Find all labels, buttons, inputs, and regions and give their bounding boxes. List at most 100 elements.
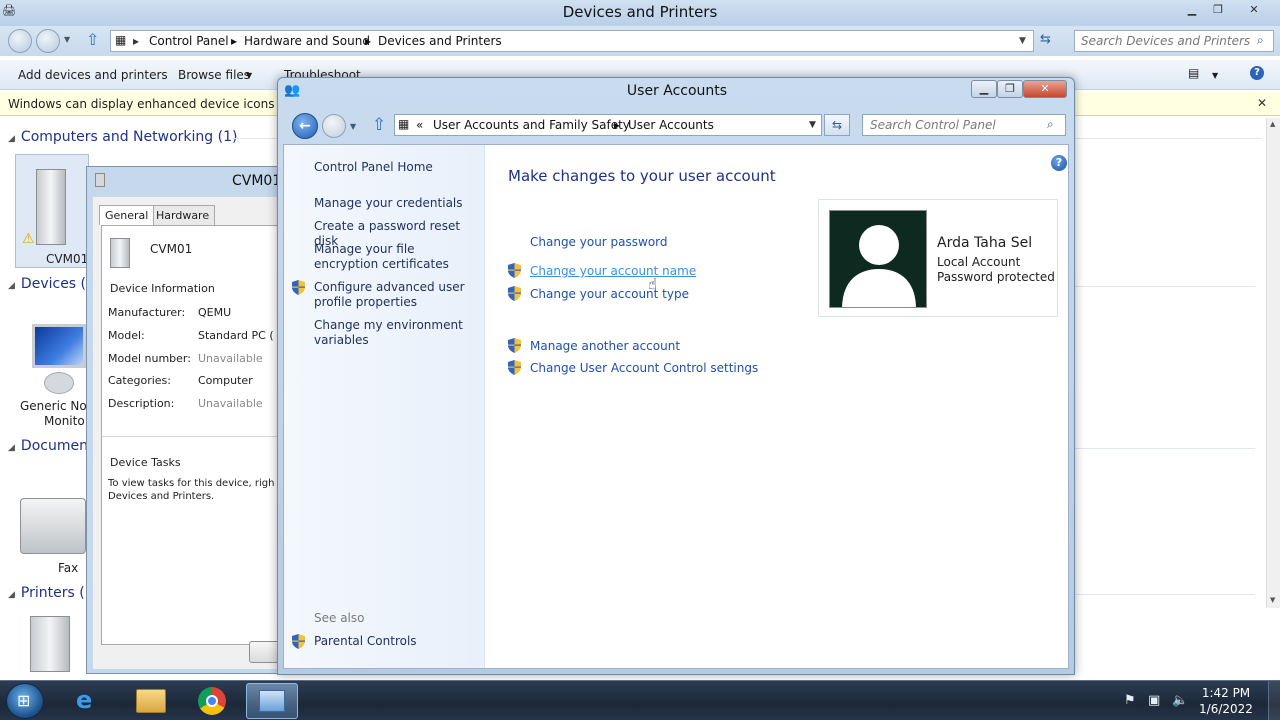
group-devices[interactable]: ◢ Devices (2 — [8, 276, 95, 292]
start-button[interactable]: ⊞ — [6, 683, 44, 719]
chevron-down-icon[interactable]: ▼ — [246, 71, 252, 80]
bg-close-button[interactable]: ✕ — [1242, 2, 1266, 18]
bg-refresh-icon[interactable]: ⇆ — [1040, 32, 1060, 52]
taskbar-file-explorer[interactable] — [124, 683, 176, 719]
bg-back-button[interactable] — [8, 29, 32, 53]
bg-titlebar: 🖨 Devices and Printers ▁ ❐ ✕ — [0, 0, 1280, 26]
tab-hardware[interactable]: Hardware — [150, 205, 216, 225]
monitor-icon[interactable] — [32, 324, 86, 368]
user-silhouette-icon — [842, 225, 916, 307]
system-clock[interactable]: 1:42 PM 1/6/2022 — [1196, 685, 1256, 717]
advanced-profile-link[interactable]: Configure advanced user profile properti… — [314, 280, 479, 310]
computer-tower-icon — [110, 238, 130, 268]
hand-cursor-icon: ☝ — [648, 275, 658, 293]
breadcrumb-user-accounts[interactable]: User Accounts — [628, 118, 714, 132]
file-encryption-link[interactable]: Manage your file encryption certificates — [314, 242, 479, 272]
breadcrumb-separator: ▸ — [133, 34, 140, 48]
control-panel-icon: ▦ — [398, 117, 410, 131]
bg-up-arrow-icon[interactable]: ⇧ — [86, 30, 99, 49]
view-options-icon[interactable]: ▤ — [1188, 66, 1199, 80]
uac-shield-icon — [508, 286, 521, 301]
search-icon[interactable]: ⌕ — [1257, 33, 1264, 48]
group-label: Documen — [20, 438, 88, 454]
computer-icon — [95, 173, 105, 187]
bg-maximize-button[interactable]: ❐ — [1206, 2, 1230, 18]
environment-variables-link[interactable]: Change my environment variables — [314, 318, 479, 348]
ua-back-button[interactable]: ← — [292, 113, 318, 139]
props-tasks-text: To view tasks for this device, righ — [108, 478, 275, 489]
change-account-name-link[interactable]: Change your account name — [530, 264, 696, 278]
taskbar-control-panel[interactable] — [246, 683, 298, 719]
ua-maximize-button[interactable]: ❐ — [997, 80, 1023, 98]
collapse-icon: ◢ — [8, 281, 15, 291]
control-panel-icon: ▦ — [115, 33, 127, 47]
manage-credentials-link[interactable]: Manage your credentials — [314, 196, 479, 211]
action-center-flag-icon[interactable]: ⚑ — [1124, 693, 1136, 708]
bg-search-input[interactable]: Search Devices and Printers ⌕ — [1074, 30, 1274, 52]
bg-scrollbar[interactable]: ▲ ▼ — [1266, 118, 1280, 608]
breadcrumb-user-accounts-family[interactable]: User Accounts and Family Safety — [433, 118, 630, 132]
ua-content-area: Control Panel Home Manage your credentia… — [283, 144, 1069, 669]
windows-logo-icon: ⊞ — [17, 691, 31, 710]
browse-files-button[interactable]: Browse files — [178, 68, 250, 82]
change-password-link[interactable]: Change your password — [530, 235, 668, 249]
group-printers[interactable]: ◢ Printers (1 — [8, 585, 94, 601]
uac-shield-icon — [508, 263, 521, 278]
bg-address-dropdown-icon[interactable]: ▼ — [1019, 36, 1026, 46]
ua-recent-pages-icon[interactable]: ▼ — [350, 122, 356, 131]
scroll-down-icon[interactable]: ▼ — [1270, 596, 1275, 604]
bg-minimize-button[interactable]: ▁ — [1180, 2, 1204, 18]
bg-recent-pages-icon[interactable]: ▼ — [64, 35, 70, 44]
group-documents[interactable]: ◢ Documen — [8, 438, 88, 454]
change-account-type-link[interactable]: Change your account type — [530, 287, 689, 301]
group-computers-networking[interactable]: ◢ Computers and Networking (1) — [8, 129, 237, 145]
props-row-label: Manufacturer: — [108, 306, 186, 319]
divider — [102, 436, 292, 437]
props-row-value: QEMU — [198, 306, 232, 319]
props-row-value: Standard PC ( — [198, 329, 274, 342]
fax-icon[interactable] — [20, 498, 86, 554]
breadcrumb-hardware-sound[interactable]: Hardware and Sound — [244, 34, 370, 48]
clock-time: 1:42 PM — [1201, 686, 1251, 700]
user-account-card: Arda Taha Sel Local Account Password pro… — [818, 199, 1058, 317]
ua-up-arrow-icon[interactable]: ⇧ — [372, 115, 386, 135]
taskbar-internet-explorer[interactable]: e — [64, 683, 116, 719]
view-dropdown-icon[interactable]: ▼ — [1212, 71, 1218, 80]
taskbar-chrome[interactable] — [186, 683, 238, 719]
device-computer-tile[interactable]: ⚠ — [15, 154, 89, 268]
computer-tower-icon — [36, 169, 66, 245]
page-title: Make changes to your user account — [508, 167, 776, 185]
close-icon[interactable]: ✕ — [1257, 96, 1267, 110]
control-panel-home-link[interactable]: Control Panel Home — [314, 160, 479, 175]
manage-another-account-link[interactable]: Manage another account — [530, 339, 680, 353]
uac-settings-link[interactable]: Change User Account Control settings — [530, 361, 758, 375]
ua-forward-button[interactable] — [322, 114, 346, 138]
tab-general[interactable]: General — [99, 205, 155, 225]
ua-address-dropdown-icon[interactable]: ▼ — [809, 120, 816, 130]
group-label: Devices (2 — [20, 276, 95, 292]
ua-window-title: User Accounts — [626, 83, 728, 99]
volume-icon[interactable]: 🔈 — [1172, 693, 1188, 708]
group-label: Printers (1 — [20, 585, 94, 601]
breadcrumb-devices-printers[interactable]: Devices and Printers — [378, 34, 502, 48]
ua-refresh-button[interactable]: ⇆ — [824, 114, 850, 136]
control-panel-icon — [259, 690, 285, 712]
props-row-value: Unavailable — [198, 352, 263, 365]
ua-address-bar[interactable]: ▦ « User Accounts and Family Safety ▸ Us… — [394, 114, 822, 136]
show-desktop-button[interactable] — [1268, 681, 1280, 720]
help-icon[interactable]: ? — [1051, 155, 1067, 171]
ua-minimize-button[interactable]: ▁ — [971, 80, 997, 98]
network-icon[interactable]: ▣ — [1148, 693, 1160, 708]
bg-address-bar[interactable]: ▦ ▸ Control Panel ▸ Hardware and Sound ▸… — [110, 30, 1034, 52]
printer-device-icon[interactable] — [30, 616, 70, 672]
breadcrumb-control-panel[interactable]: Control Panel — [149, 34, 229, 48]
search-icon[interactable]: ⌕ — [1047, 117, 1054, 132]
bg-forward-button[interactable] — [36, 29, 60, 53]
scroll-up-icon[interactable]: ▲ — [1270, 120, 1275, 128]
parental-controls-link[interactable]: Parental Controls — [314, 634, 479, 649]
ua-close-button[interactable]: ✕ — [1023, 80, 1067, 98]
help-icon[interactable]: ? — [1250, 66, 1264, 80]
ua-search-input[interactable]: Search Control Panel ⌕ — [862, 114, 1066, 136]
add-devices-button[interactable]: Add devices and printers — [18, 68, 168, 82]
breadcrumb-overflow[interactable]: « — [416, 118, 423, 132]
